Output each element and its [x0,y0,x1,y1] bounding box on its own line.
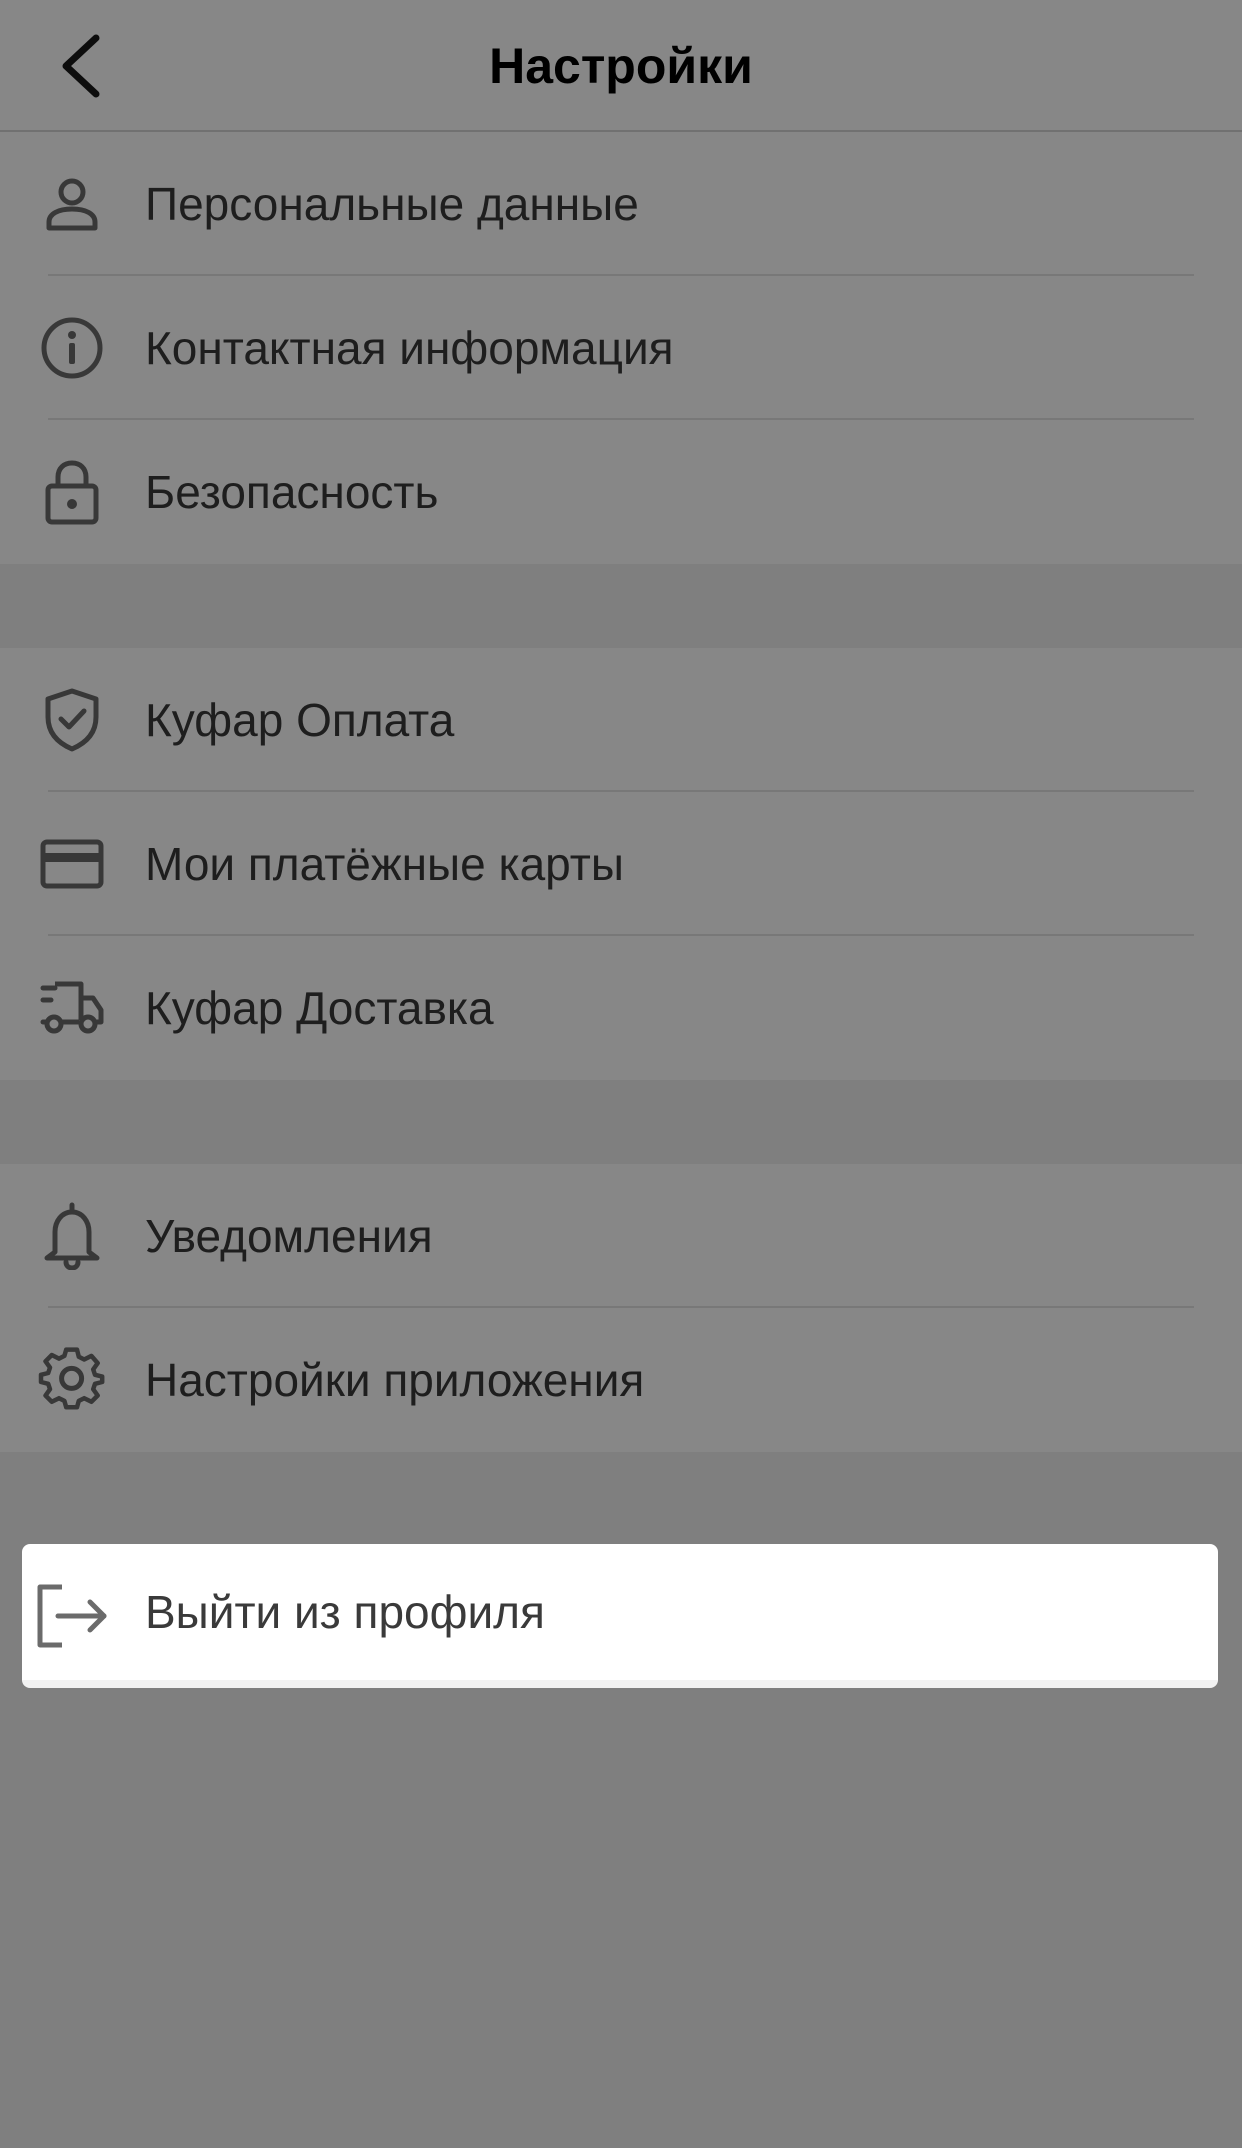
dim-overlay[interactable] [0,0,1242,2148]
logout-button[interactable]: Выйти из профиля [22,1544,1218,1688]
logout-icon [37,1584,107,1648]
logout-label: Выйти из профиля [145,1586,545,1638]
